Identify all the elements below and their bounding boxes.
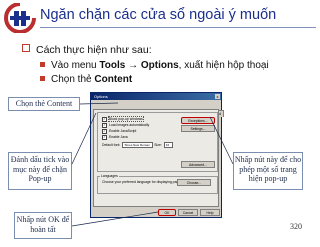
arrow-block-popup bbox=[71, 112, 97, 165]
arrow-exceptions bbox=[209, 116, 234, 165]
callout-arrows bbox=[71, 102, 234, 227]
page-number: 320 bbox=[290, 222, 302, 231]
arrow-content-tab bbox=[79, 102, 119, 105]
arrow-ok bbox=[71, 211, 159, 227]
